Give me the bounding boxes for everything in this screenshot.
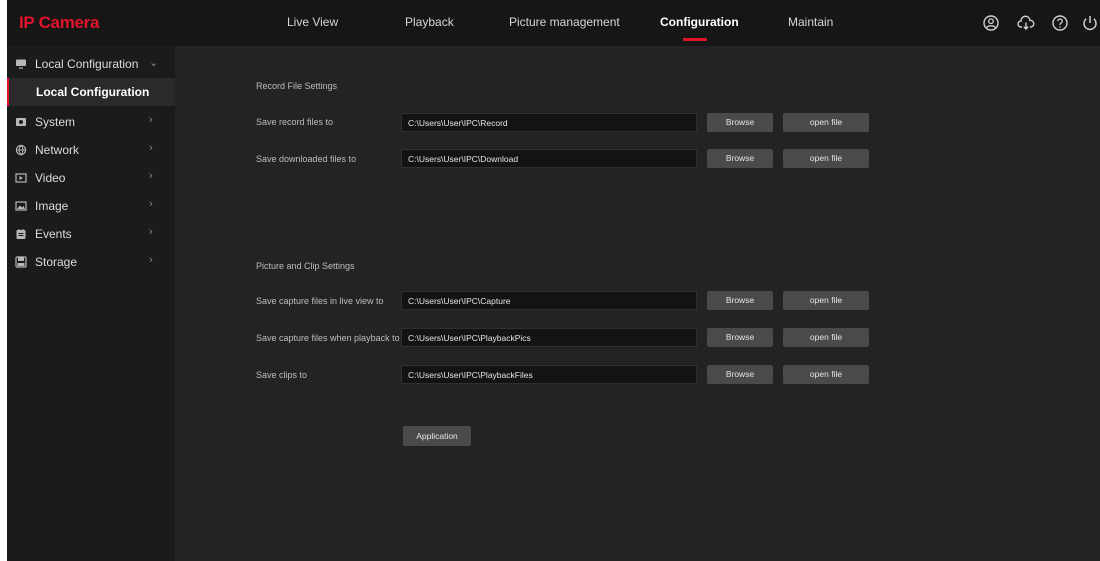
sidebar-item-label: Image — [35, 199, 69, 213]
record-section-title: Record File Settings — [256, 81, 338, 91]
clips-path-field[interactable] — [401, 365, 697, 384]
sidebar-item-image[interactable]: Image › — [7, 192, 175, 220]
monitor-icon — [15, 58, 27, 70]
sidebar-item-label: Storage — [35, 255, 78, 269]
nav-maintain[interactable]: Maintain — [788, 15, 833, 29]
playback-pics-path-field[interactable] — [401, 328, 697, 347]
open-file-button[interactable]: open file — [783, 328, 869, 347]
nav-picture-management[interactable]: Picture management — [509, 15, 620, 29]
chevron-down-icon: ⌄ — [149, 57, 159, 69]
sidebar-item-local-configuration[interactable]: Local Configuration ⌄ — [7, 50, 175, 78]
sidebar-item-storage[interactable]: Storage › — [7, 248, 175, 276]
chevron-right-icon: › — [149, 170, 153, 182]
chevron-right-icon: › — [149, 226, 153, 238]
browse-button[interactable]: Browse — [707, 113, 773, 132]
browse-button[interactable]: Browse — [707, 365, 773, 384]
cloud-icon[interactable] — [1016, 13, 1036, 33]
sidebar-item-label: Video — [35, 171, 66, 185]
browse-button[interactable]: Browse — [707, 328, 773, 347]
sidebar-item-video[interactable]: Video › — [7, 164, 175, 192]
browse-button[interactable]: Browse — [707, 291, 773, 310]
picture-section-title: Picture and Clip Settings — [256, 261, 355, 271]
help-icon[interactable] — [1050, 13, 1070, 33]
image-icon — [15, 200, 27, 212]
app-window: IP Camera Live View Playback Picture man… — [7, 0, 1100, 561]
storage-icon — [15, 256, 27, 268]
capture-path-field[interactable] — [401, 291, 697, 310]
system-icon — [15, 116, 27, 128]
events-icon — [15, 228, 27, 240]
browse-button[interactable]: Browse — [707, 149, 773, 168]
nav-active-indicator — [683, 38, 707, 41]
sidebar-item-network[interactable]: Network › — [7, 136, 175, 164]
nav-configuration[interactable]: Configuration — [660, 15, 739, 29]
download-path-field[interactable] — [401, 149, 697, 168]
sidebar-item-label: System — [35, 115, 76, 129]
chevron-right-icon: › — [149, 142, 153, 154]
open-file-button[interactable]: open file — [783, 365, 869, 384]
save-capture-live-label: Save capture files in live view to — [256, 296, 384, 306]
nav-playback[interactable]: Playback — [405, 15, 454, 29]
sidebar: Local Configuration ⌄ Local Configuratio… — [7, 46, 175, 561]
user-icon[interactable] — [981, 13, 1001, 33]
power-icon[interactable] — [1080, 13, 1100, 33]
chevron-right-icon: › — [149, 254, 153, 266]
app-logo: IP Camera — [19, 13, 100, 32]
sidebar-subitem-local-configuration[interactable]: Local Configuration — [7, 78, 175, 106]
network-icon — [15, 144, 27, 156]
open-file-button[interactable]: open file — [783, 149, 869, 168]
save-downloaded-label: Save downloaded files to — [256, 154, 357, 164]
video-icon — [15, 172, 27, 184]
sidebar-item-system[interactable]: System › — [7, 108, 175, 136]
chevron-right-icon: › — [149, 114, 153, 126]
save-clips-label: Save clips to — [256, 370, 308, 380]
open-file-button[interactable]: open file — [783, 113, 869, 132]
nav-live-view[interactable]: Live View — [287, 15, 338, 29]
sidebar-item-label: Events — [35, 227, 72, 241]
chevron-right-icon: › — [149, 198, 153, 210]
sidebar-item-label: Network — [35, 143, 80, 157]
sidebar-item-events[interactable]: Events › — [7, 220, 175, 248]
top-bar: IP Camera Live View Playback Picture man… — [7, 0, 1100, 46]
save-record-label: Save record files to — [256, 117, 334, 127]
sidebar-subitem-label: Local Configuration — [36, 85, 150, 99]
sidebar-item-label: Local Configuration — [35, 57, 139, 71]
main-content: Record File Settings Save record files t… — [175, 46, 1100, 561]
record-path-field[interactable] — [401, 113, 697, 132]
open-file-button[interactable]: open file — [783, 291, 869, 310]
save-capture-playback-label: Save capture files when playback to — [256, 333, 400, 343]
apply-button[interactable]: Application — [403, 426, 471, 446]
